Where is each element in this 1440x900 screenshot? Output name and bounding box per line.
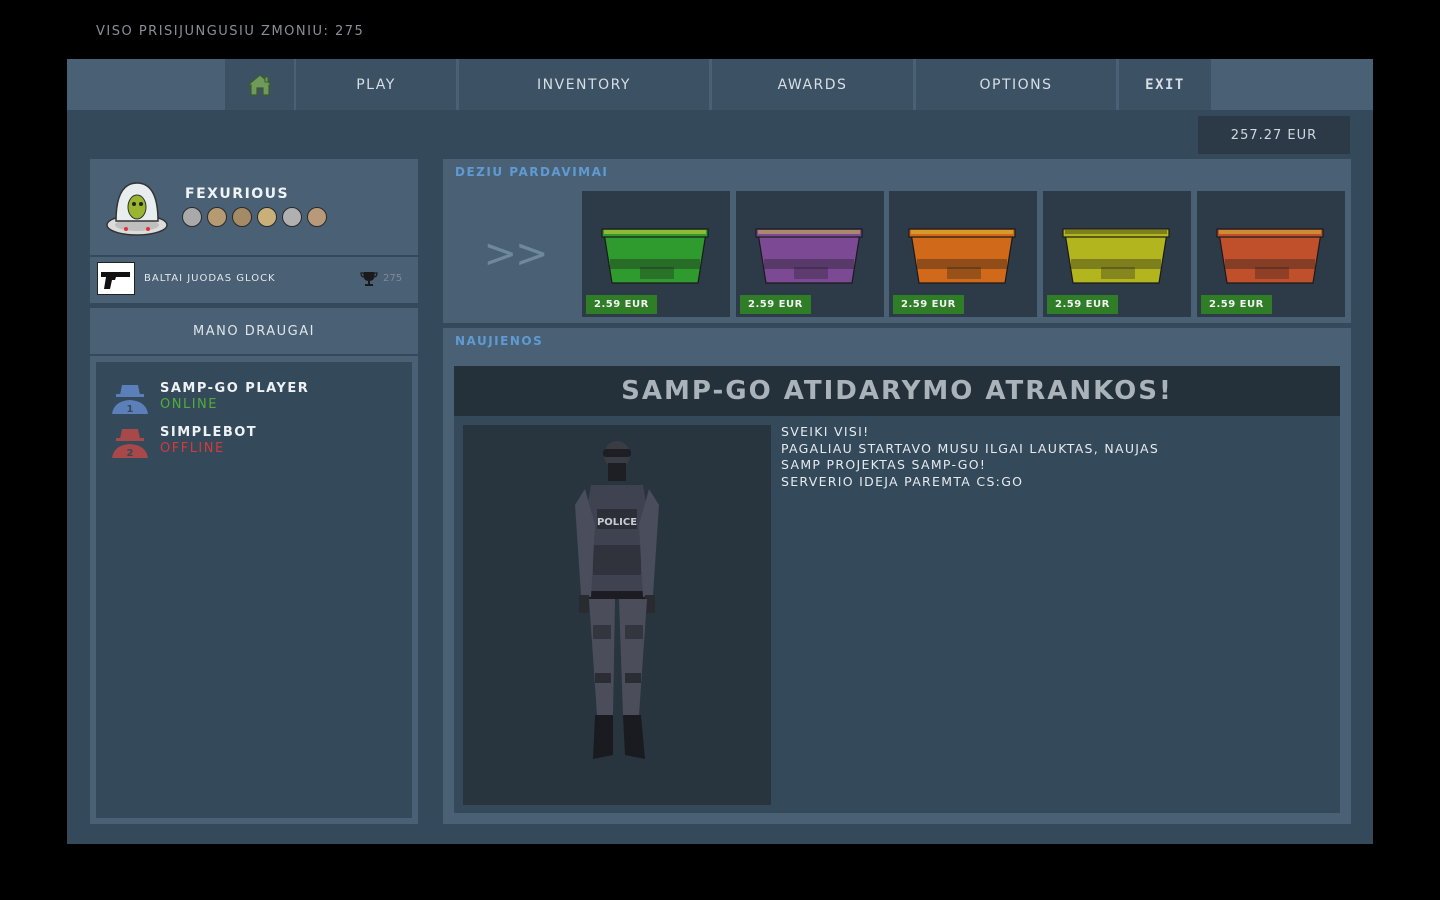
case-item[interactable]: 2.59 EUR <box>736 191 884 317</box>
friend-user-icon: 2 <box>112 429 148 459</box>
pistol-icon <box>97 262 135 295</box>
case-price: 2.59 EUR <box>1201 295 1272 314</box>
medal-icon <box>257 207 277 227</box>
friend-user-icon: 1 <box>112 385 148 415</box>
police-character-image: POLICE <box>575 441 659 759</box>
medal-icon <box>307 207 327 227</box>
medal-row <box>182 207 327 227</box>
crate-icon <box>601 228 709 284</box>
balance-display: 257.27 EUR <box>1198 116 1350 154</box>
crate-icon <box>755 228 863 284</box>
friends-list: 1 SAMP-GO PLAYER ONLINE 2 SIMPLEBOT OFFL… <box>96 362 412 818</box>
nav-bar: PLAY INVENTORY AWARDS OPTIONS EXIT <box>67 59 1373 110</box>
news-text: SVEIKI VISI! PAGALIAU STARTAVO MUSU ILGA… <box>781 424 1160 489</box>
player-name: FEXURIOUS <box>185 186 290 202</box>
friend-item[interactable]: 1 SAMP-GO PLAYER ONLINE <box>110 381 400 421</box>
nav-options-button[interactable]: OPTIONS <box>916 59 1116 110</box>
home-icon <box>246 73 273 96</box>
case-item[interactable]: 2.59 EUR <box>1197 191 1345 317</box>
case-item[interactable]: 2.59 EUR <box>582 191 730 317</box>
case-item[interactable]: 2.59 EUR <box>1043 191 1191 317</box>
case-price: 2.59 EUR <box>893 295 964 314</box>
main-frame: PLAY INVENTORY AWARDS OPTIONS EXIT 257.2… <box>67 59 1373 844</box>
medal-icon <box>182 207 202 227</box>
featured-weapon-row[interactable]: BALTAI JUODAS GLOCK 275 <box>90 257 418 303</box>
case-price: 2.59 EUR <box>586 295 657 314</box>
medal-icon <box>282 207 302 227</box>
nav-exit-button[interactable]: EXIT <box>1119 59 1211 110</box>
trophy-count: 275 <box>383 273 403 284</box>
case-price: 2.59 EUR <box>1047 295 1118 314</box>
nav-play-button[interactable]: PLAY <box>296 59 456 110</box>
friend-name: SIMPLEBOT <box>160 425 258 440</box>
news-section-title: NAUJIENOS <box>455 334 544 348</box>
case-item[interactable]: 2.59 EUR <box>889 191 1037 317</box>
profile-card: FEXURIOUS <box>90 159 418 255</box>
nav-awards-button[interactable]: AWARDS <box>712 59 913 110</box>
crate-icon <box>908 228 1016 284</box>
player-avatar-icon <box>106 182 168 236</box>
weapon-name: BALTAI JUODAS GLOCK <box>144 273 276 284</box>
case-sales-title: DEZIU PARDAVIMAI <box>455 165 609 179</box>
nav-inventory-button[interactable]: INVENTORY <box>459 59 709 110</box>
case-sales-panel: DEZIU PARDAVIMAI >> 2.59 EUR 2.59 EUR 2.… <box>443 159 1351 323</box>
friend-status: OFFLINE <box>160 441 225 456</box>
crate-icon <box>1062 228 1170 284</box>
friend-status: ONLINE <box>160 397 218 412</box>
case-sales-arrow-button[interactable]: >> <box>451 191 579 317</box>
news-body: POLICE SVEIKI VISI! PAGALIAU STARTAVO MU… <box>454 416 1340 813</box>
trophy-icon <box>360 272 378 286</box>
online-count: VISO PRISIJUNGUSIU ZMONIU: 275 <box>96 24 365 39</box>
nav-home-button[interactable] <box>225 59 294 110</box>
friend-name: SAMP-GO PLAYER <box>160 381 310 396</box>
friends-panel: 1 SAMP-GO PLAYER ONLINE 2 SIMPLEBOT OFFL… <box>90 356 418 824</box>
news-image: POLICE <box>463 425 771 805</box>
news-panel: NAUJIENOS SAMP-GO ATIDARYMO ATRANKOS! PO… <box>443 328 1351 824</box>
svg-text:2: 2 <box>127 448 134 459</box>
friend-item[interactable]: 2 SIMPLEBOT OFFLINE <box>110 425 400 465</box>
medal-icon <box>207 207 227 227</box>
svg-text:POLICE: POLICE <box>597 517 637 528</box>
medal-icon <box>232 207 252 227</box>
news-headline: SAMP-GO ATIDARYMO ATRANKOS! <box>454 366 1340 416</box>
svg-text:1: 1 <box>127 404 134 415</box>
case-price: 2.59 EUR <box>740 295 811 314</box>
friends-header: MANO DRAUGAI <box>90 308 418 354</box>
crate-icon <box>1216 228 1324 284</box>
